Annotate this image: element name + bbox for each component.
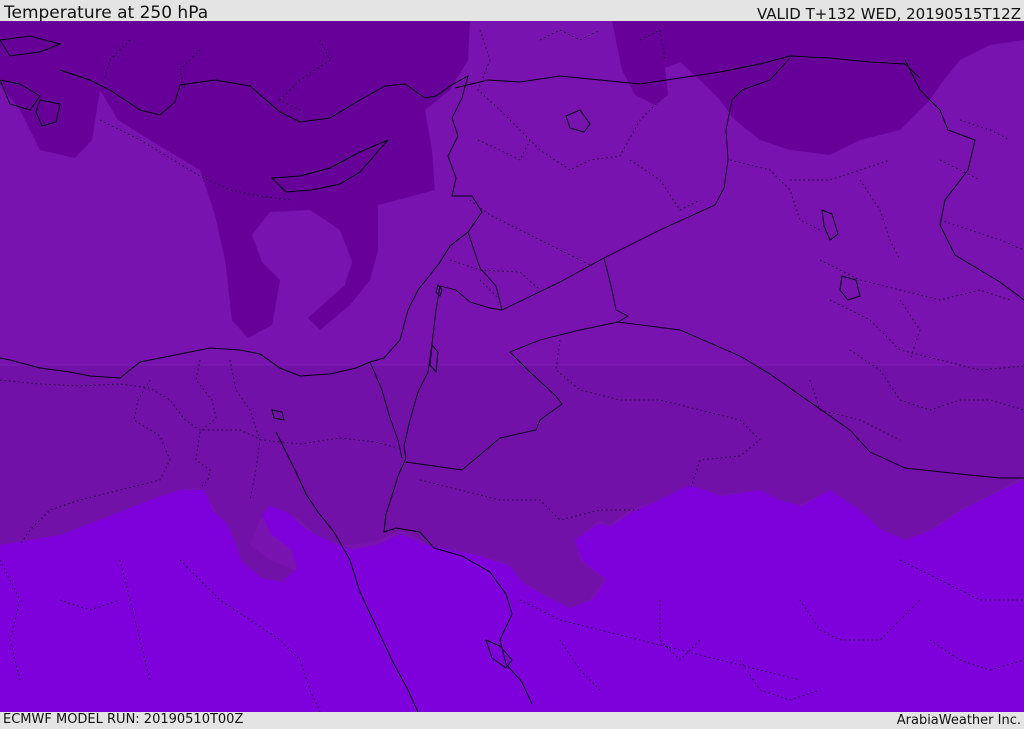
- header-bar: Temperature at 250 hPa VALID T+132 WED, …: [0, 0, 1024, 23]
- footer-bar: ECMWF MODEL RUN: 20190510T00Z ArabiaWeat…: [0, 712, 1024, 729]
- map-title: Temperature at 250 hPa: [4, 3, 209, 23]
- temperature-map[interactable]: [0, 21, 1024, 712]
- credit: ArabiaWeather Inc.: [896, 713, 1021, 728]
- model-run: ECMWF MODEL RUN: 20190510T00Z: [3, 712, 244, 727]
